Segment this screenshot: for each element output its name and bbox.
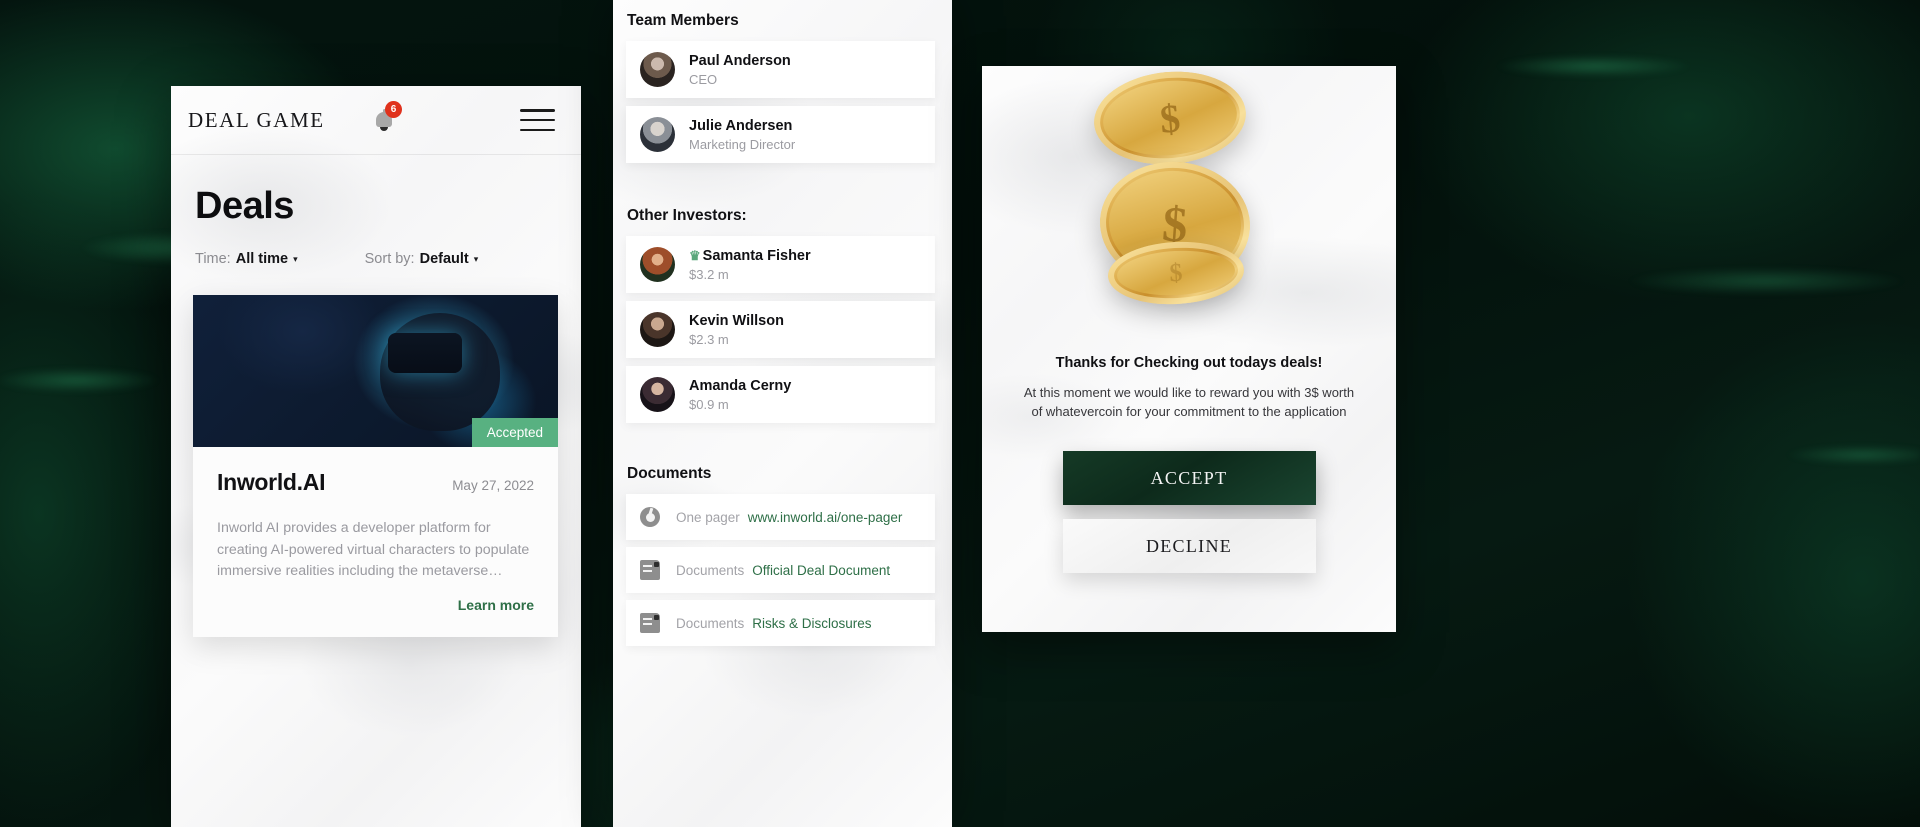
filter-row: Time: All time ▾ Sort by: Default ▾ [195,251,581,267]
coins-illustration: $ $ $ [982,66,1396,341]
deal-name: Inworld.AI [217,469,326,495]
list-item[interactable]: Amanda Cerny $0.9 m [626,366,935,423]
document-icon [640,613,660,633]
deals-panel: DEAL GAME 6 Deals Time: All time ▾ Sort … [171,86,581,827]
page-title: Deals [195,185,294,227]
member-role: CEO [689,71,718,87]
deal-description: Inworld AI provides a developer platform… [217,520,530,579]
time-filter-label: Time: [195,251,231,267]
investor-name: Kevin Willson [689,312,784,329]
gold-coin-icon: $ [1106,238,1246,308]
sort-filter-label: Sort by: [364,251,415,267]
time-filter-value: All time [235,251,289,267]
deal-card-body: Inworld.AI May 27, 2022 Inworld AI provi… [193,447,558,637]
sort-filter-dropdown[interactable]: Sort by: Default ▾ [365,251,479,267]
avatar [640,312,675,347]
learn-more-link[interactable]: Learn more [217,597,534,613]
accept-button[interactable]: ACCEPT [1062,451,1316,505]
investor-name: ♛ Samanta Fisher [689,248,811,264]
details-panel: Team Members Paul Anderson CEO Julie And… [613,0,952,827]
investor-name: Amanda Cerny [689,377,792,394]
other-investors-heading: Other Investors: [627,207,747,224]
deal-date: May 27, 2022 [452,478,534,493]
coin-symbol: $ [1168,257,1184,288]
avatar [640,52,675,87]
avatar [640,117,675,152]
crown-icon: ♛ [689,247,701,263]
coin-symbol: $ [1158,94,1182,142]
hamburger-menu-icon[interactable] [520,109,555,131]
list-item[interactable]: Documents Official Deal Document [626,547,935,593]
deal-card[interactable]: Accepted Inworld.AI May 27, 2022 Inworld… [193,295,558,637]
list-item[interactable]: Julie Andersen Marketing Director [626,106,935,163]
document-icon [640,560,660,580]
sort-filter-value: Default [419,251,469,267]
avatar [640,377,675,412]
notifications-button[interactable]: 6 [370,101,402,135]
notification-badge: 6 [385,101,402,118]
gold-coin-icon: $ [1090,66,1250,171]
investor-amount: $0.9 m [689,396,729,412]
reward-body-text: At this moment we would like to reward y… [1023,385,1355,419]
document-label: Documents [676,562,745,578]
reward-heading: Thanks for Checking out todays deals! [1055,355,1323,371]
investor-amount: $2.3 m [689,331,729,347]
document-link[interactable]: Risks & Disclosures [752,616,871,631]
investor-name-text: Samanta Fisher [702,247,811,264]
document-label: Documents [676,615,745,631]
team-members-heading: Team Members [627,12,739,29]
document-label: One pager [676,509,740,525]
member-name: Paul Anderson [689,52,791,69]
chrome-icon [640,507,660,527]
brand-title: DEAL GAME [188,107,325,132]
decline-button[interactable]: DECLINE [1062,519,1316,573]
list-item[interactable]: ♛ Samanta Fisher $3.2 m [626,236,935,293]
list-item[interactable]: Documents Risks & Disclosures [626,600,935,646]
list-item[interactable]: Kevin Willson $2.3 m [626,301,935,358]
status-badge: Accepted [471,418,558,447]
document-link[interactable]: www.inworld.ai/one-pager [748,510,903,525]
list-item[interactable]: Paul Anderson CEO [626,41,935,98]
app-header: DEAL GAME 6 [171,86,581,154]
chevron-down-icon: ▾ [293,253,298,264]
reward-panel: $ $ $ Thanks for Checking out todays dea… [982,66,1396,632]
document-link[interactable]: Official Deal Document [752,563,890,578]
documents-heading: Documents [627,465,712,482]
chevron-down-icon: ▾ [473,253,479,264]
deal-cover-image: Accepted [193,295,558,447]
member-role: Marketing Director [689,136,796,152]
header-divider [171,154,581,155]
investor-amount: $3.2 m [689,266,729,282]
list-item[interactable]: One pager www.inworld.ai/one-pager [626,494,935,540]
avatar [640,247,675,282]
time-filter-dropdown[interactable]: Time: All time ▾ [195,251,298,267]
member-name: Julie Andersen [689,117,793,134]
